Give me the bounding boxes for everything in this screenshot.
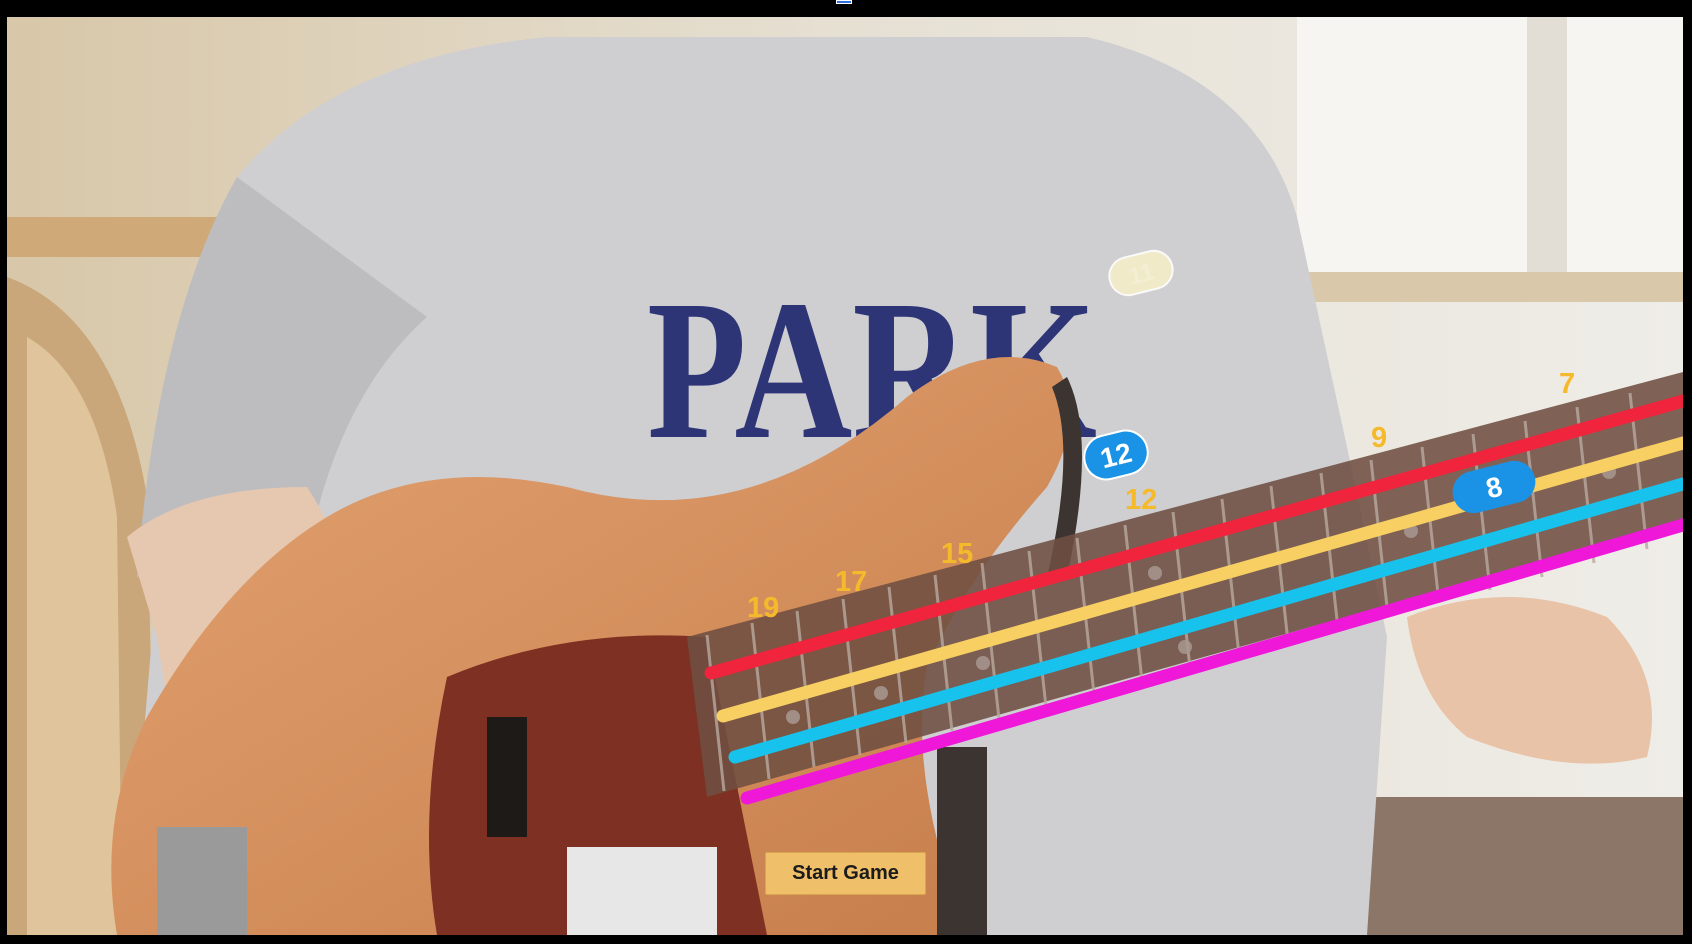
inlay-dot [1178, 640, 1192, 654]
camera-feed: PARK 19 17 15 12 9 7 11 12 8 [7, 17, 1683, 935]
inlay-dot [976, 656, 990, 670]
fret-number-19: 19 [747, 592, 779, 624]
fret-number-17: 17 [835, 566, 867, 598]
window-marker-icon [836, 0, 852, 4]
fretboard-overlay: 19 17 15 12 9 7 11 12 8 [687, 249, 1683, 805]
app-window: PARK 19 17 15 12 9 7 11 12 8 Start Game [0, 0, 1692, 944]
note-upcoming: 11 [1108, 249, 1174, 297]
inlay-dot [786, 710, 800, 724]
fret-number-12: 12 [1125, 484, 1157, 516]
note-active-12: 12 [1083, 429, 1149, 481]
fret-number-15: 15 [941, 538, 973, 570]
start-game-button[interactable]: Start Game [765, 852, 926, 895]
fret-number-9: 9 [1371, 422, 1387, 454]
inlay-dot [1148, 566, 1162, 580]
fret-number-7: 7 [1559, 368, 1575, 400]
inlay-dot [874, 686, 888, 700]
